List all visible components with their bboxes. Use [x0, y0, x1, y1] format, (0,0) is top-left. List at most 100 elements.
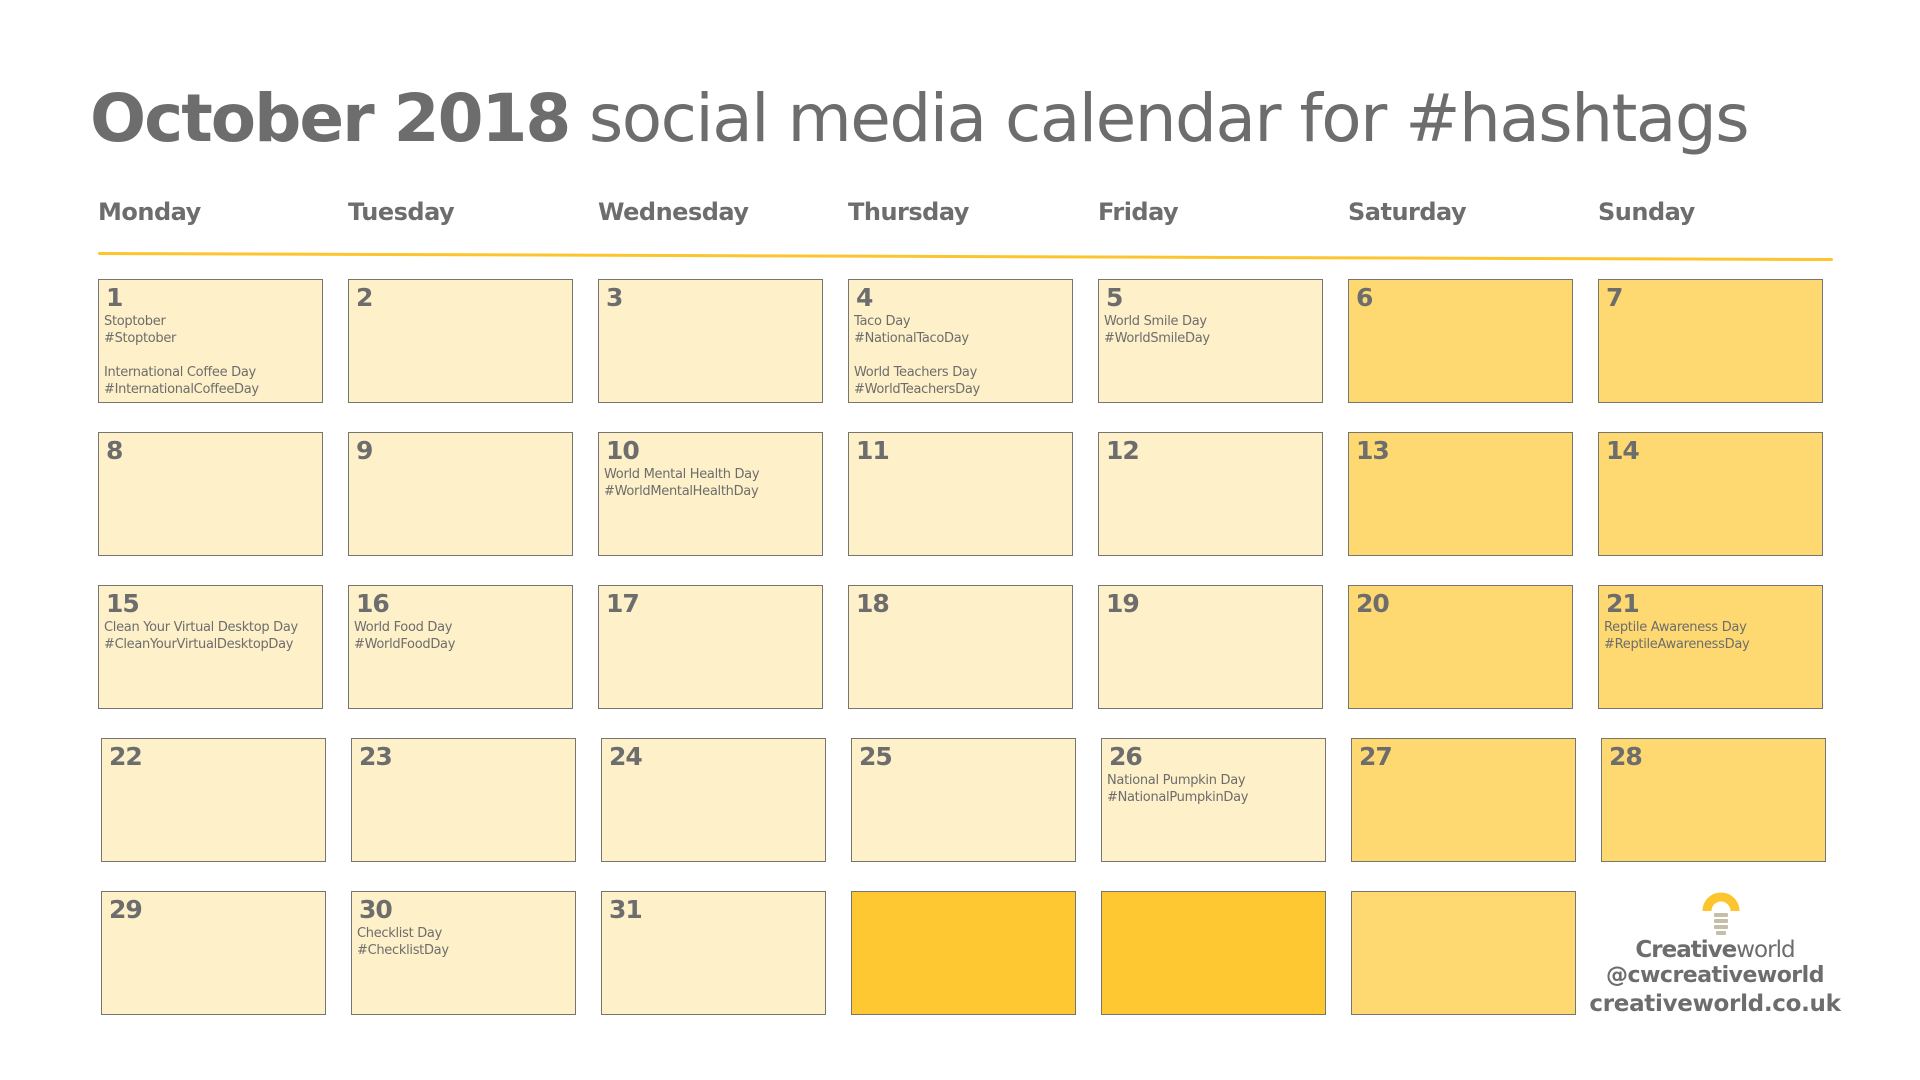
day-header-saturday: Saturday — [1348, 198, 1467, 226]
event-list: Checklist Day #ChecklistDay — [357, 925, 571, 959]
event-item: Reptile Awareness Day #ReptileAwarenessDa… — [1604, 619, 1818, 653]
event-hashtag[interactable]: #ChecklistDay — [357, 942, 571, 959]
day-cell-26[interactable]: 26 National Pumpkin Day #NationalPumpkinDa… — [1101, 738, 1326, 862]
date-number: 28 — [1609, 742, 1643, 771]
event-hashtag[interactable]: #NationalPumpkinDay — [1107, 789, 1321, 806]
day-cell-30[interactable]: 30 Checklist Day #ChecklistDay — [351, 891, 576, 1015]
day-cell-11[interactable]: 11 — [848, 432, 1073, 556]
day-cell-3[interactable]: 3 — [598, 279, 823, 403]
event-list: Taco Day #NationalTacoDay World Teachers D… — [854, 313, 1068, 398]
event-list: World Smile Day #WorldSmileDay — [1104, 313, 1318, 347]
date-number: 5 — [1106, 283, 1123, 312]
event-hashtag[interactable]: #WorldFoodDay — [354, 636, 568, 653]
event-item: National Pumpkin Day #NationalPumpkinDay — [1107, 772, 1321, 806]
date-number: 18 — [856, 589, 890, 618]
day-header-monday: Monday — [98, 198, 201, 226]
event-name: Stoptober — [104, 314, 166, 329]
day-cell-19[interactable]: 19 — [1098, 585, 1323, 709]
event-item: Checklist Day #ChecklistDay — [357, 925, 571, 959]
day-cell-4[interactable]: 4 Taco Day #NationalTacoDay World Teachers … — [848, 279, 1073, 403]
day-cell-20[interactable]: 20 — [1348, 585, 1573, 709]
date-number: 17 — [606, 589, 640, 618]
day-header-thursday: Thursday — [848, 198, 969, 226]
day-cell-18[interactable]: 18 — [848, 585, 1073, 709]
day-header-sunday: Sunday — [1598, 198, 1695, 226]
event-item: World Smile Day #WorldSmileDay — [1104, 313, 1318, 347]
event-name: Checklist Day — [357, 926, 442, 941]
event-hashtag[interactable]: #WorldSmileDay — [1104, 330, 1318, 347]
date-number: 23 — [359, 742, 393, 771]
event-list: Reptile Awareness Day #ReptileAwarenessDa… — [1604, 619, 1818, 653]
date-number: 19 — [1106, 589, 1140, 618]
event-item: Stoptober #Stoptober — [104, 313, 318, 347]
day-cell-5[interactable]: 5 World Smile Day #WorldSmileDay — [1098, 279, 1323, 403]
date-number: 8 — [106, 436, 123, 465]
day-cell-22[interactable]: 22 — [101, 738, 326, 862]
day-cell-1[interactable]: 1 Stoptober #Stoptober International Coffee… — [98, 279, 323, 403]
day-cell-14[interactable]: 14 — [1598, 432, 1823, 556]
date-number: 14 — [1606, 436, 1640, 465]
event-hashtag[interactable]: #ReptileAwarenessDay — [1604, 636, 1818, 653]
date-number: 25 — [859, 742, 893, 771]
event-hashtag[interactable]: #WorldTeachersDay — [854, 381, 1068, 398]
day-cell-8[interactable]: 8 — [98, 432, 323, 556]
event-list: World Food Day #WorldFoodDay — [354, 619, 568, 653]
event-item: World Teachers Day #WorldTeachersDay — [854, 364, 1068, 398]
day-cell-2[interactable]: 2 — [348, 279, 573, 403]
day-header-tuesday: Tuesday — [348, 198, 455, 226]
date-number: 20 — [1356, 589, 1390, 618]
website-link[interactable]: creativeworld.co.uk — [1584, 989, 1846, 1019]
event-name: National Pumpkin Day — [1107, 773, 1246, 788]
event-item: Taco Day #NationalTacoDay — [854, 313, 1068, 347]
brand-logo: Creativeworld @cwcreativeworld creativew… — [1589, 885, 1841, 1025]
date-number: 21 — [1606, 589, 1640, 618]
day-cell-7[interactable]: 7 — [1598, 279, 1823, 403]
date-number: 1 — [106, 283, 123, 312]
empty-cell[interactable] — [1101, 891, 1326, 1015]
date-number: 3 — [606, 283, 623, 312]
empty-cell[interactable] — [1351, 891, 1576, 1015]
day-cell-28[interactable]: 28 — [1601, 738, 1826, 862]
day-cell-27[interactable]: 27 — [1351, 738, 1576, 862]
date-number: 13 — [1356, 436, 1390, 465]
day-cell-6[interactable]: 6 — [1348, 279, 1573, 403]
date-number: 22 — [109, 742, 143, 771]
event-name: International Coffee Day — [104, 365, 256, 380]
day-cell-29[interactable]: 29 — [101, 891, 326, 1015]
date-number: 30 — [359, 895, 393, 924]
day-cell-10[interactable]: 10 World Mental Health Day #WorldMentalHea… — [598, 432, 823, 556]
day-cell-21[interactable]: 21 Reptile Awareness Day #ReptileAwareness… — [1598, 585, 1823, 709]
event-item: World Food Day #WorldFoodDay — [354, 619, 568, 653]
day-cell-12[interactable]: 12 — [1098, 432, 1323, 556]
date-number: 7 — [1606, 283, 1623, 312]
event-hashtag[interactable]: #NationalTacoDay — [854, 330, 1068, 347]
date-number: 15 — [106, 589, 140, 618]
day-cell-25[interactable]: 25 — [851, 738, 1076, 862]
lightbulb-icon — [1702, 892, 1740, 935]
day-cell-24[interactable]: 24 — [601, 738, 826, 862]
event-hashtag[interactable]: #CleanYourVirtualDesktopDay — [104, 636, 318, 653]
date-number: 29 — [109, 895, 143, 924]
date-number: 26 — [1109, 742, 1143, 771]
event-hashtag[interactable]: #WorldMentalHealthDay — [604, 483, 818, 500]
empty-cell[interactable] — [851, 891, 1076, 1015]
day-cell-16[interactable]: 16 World Food Day #WorldFoodDay — [348, 585, 573, 709]
page-title: October 2018 social media calendar for #… — [90, 78, 1750, 159]
event-item: World Mental Health Day #WorldMentalHealt… — [604, 466, 818, 500]
event-hashtag[interactable]: #Stoptober — [104, 330, 318, 347]
day-cell-9[interactable]: 9 — [348, 432, 573, 556]
day-cell-23[interactable]: 23 — [351, 738, 576, 862]
date-number: 24 — [609, 742, 643, 771]
event-item: International Coffee Day #InternationalCo… — [104, 364, 318, 398]
event-hashtag[interactable]: #InternationalCoffeeDay — [104, 381, 318, 398]
day-cell-15[interactable]: 15 Clean Your Virtual Desktop Day #CleanYo… — [98, 585, 323, 709]
date-number: 11 — [856, 436, 890, 465]
day-header-wednesday: Wednesday — [598, 198, 749, 226]
day-cell-17[interactable]: 17 — [598, 585, 823, 709]
day-cell-31[interactable]: 31 — [601, 891, 826, 1015]
day-cell-13[interactable]: 13 — [1348, 432, 1573, 556]
event-name: Clean Your Virtual Desktop Day — [104, 620, 298, 635]
date-number: 16 — [356, 589, 390, 618]
event-list: World Mental Health Day #WorldMentalHealt… — [604, 466, 818, 500]
date-number: 31 — [609, 895, 643, 924]
